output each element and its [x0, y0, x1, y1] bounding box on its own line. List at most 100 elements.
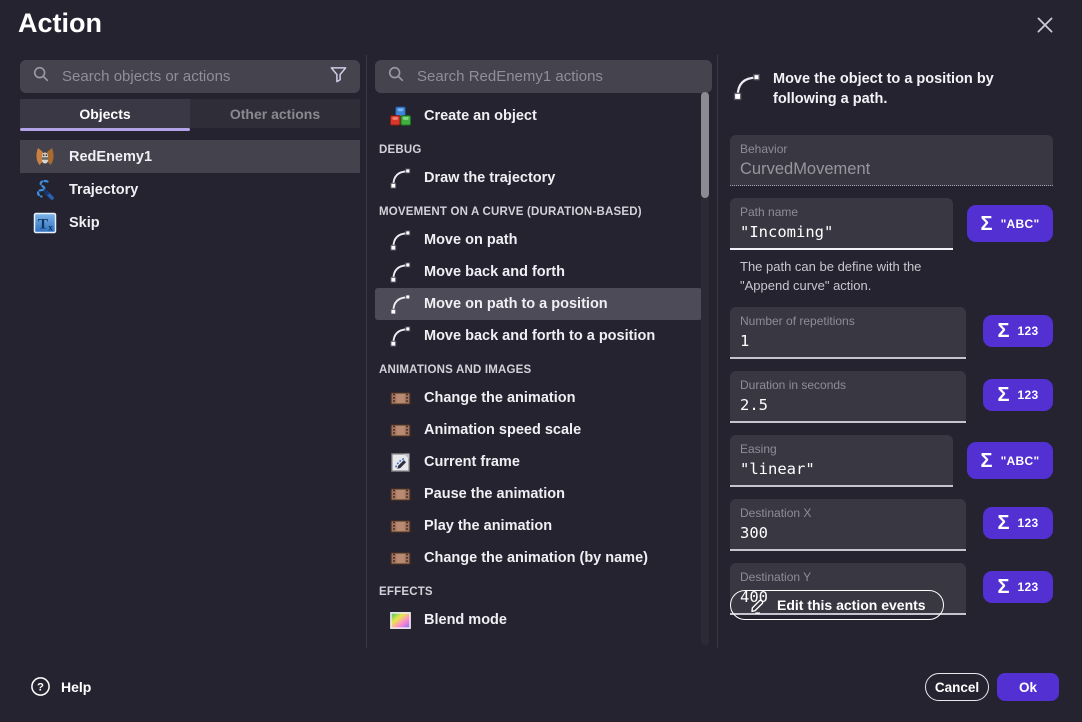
- action-item[interactable]: Pause the animation: [375, 478, 702, 510]
- helper-line: The path can be define with the: [740, 257, 955, 276]
- expression-editor-button[interactable]: Σ123: [983, 315, 1053, 347]
- expression-type-label: 123: [1018, 516, 1039, 530]
- curve-icon: [389, 261, 412, 284]
- sigma-icon: Σ: [998, 513, 1010, 533]
- trajectory-object-icon: [33, 178, 57, 202]
- actions-search-input[interactable]: [415, 67, 700, 86]
- action-item[interactable]: Animation speed scale: [375, 414, 702, 446]
- objects-search-box[interactable]: [20, 60, 360, 93]
- tab-objects[interactable]: Objects: [20, 99, 190, 128]
- page-title: Action: [18, 8, 102, 39]
- action-item-label: Move on path: [424, 232, 517, 248]
- action-item[interactable]: Draw the trajectory: [375, 162, 702, 194]
- frame-pencil-icon: [389, 451, 412, 474]
- tab-other-actions[interactable]: Other actions: [190, 99, 360, 128]
- field-value[interactable]: 1: [740, 331, 956, 352]
- expression-editor-button[interactable]: Σ 123: [983, 507, 1053, 539]
- edit-action-events-button[interactable]: Edit this action events: [730, 590, 944, 620]
- field-easing[interactable]: Easing"linear": [730, 435, 953, 487]
- svg-text:x: x: [48, 222, 53, 232]
- action-item[interactable]: Blend mode: [375, 604, 702, 636]
- close-icon: [1034, 14, 1056, 41]
- field-path-name[interactable]: Path name"Incoming": [730, 198, 953, 250]
- red-enemy-sprite-icon: [33, 145, 57, 169]
- field-duration-in-seconds[interactable]: Duration in seconds 2.5: [730, 371, 966, 423]
- objects-list: RedEnemy1 Trajectory TxSkip: [20, 140, 360, 239]
- field-row-easing: Easing"linear" Σ"ABC": [730, 435, 1053, 487]
- left-panel-tabs: Objects Other actions: [20, 99, 360, 128]
- field-destination-x[interactable]: Destination X300: [730, 499, 966, 551]
- tab-other-actions-label: Other actions: [230, 106, 320, 122]
- divider-left-middle: [366, 55, 367, 648]
- action-item-label: Current frame: [424, 454, 520, 470]
- blend-mode-icon: [389, 609, 412, 632]
- object-item[interactable]: Trajectory: [20, 173, 360, 206]
- sigma-icon: Σ: [998, 321, 1010, 341]
- field-value[interactable]: 2.5: [740, 395, 956, 416]
- field-behavior: BehaviorCurvedMovement: [730, 135, 1053, 186]
- action-item-label: Pause the animation: [424, 486, 565, 502]
- field-label: Duration in seconds: [740, 378, 956, 392]
- edit-action-events-label: Edit this action events: [777, 597, 926, 613]
- expression-editor-button[interactable]: Σ123: [983, 571, 1053, 603]
- help-icon: ?: [30, 676, 51, 697]
- field-row-path-name: Path name"Incoming" The path can be defin…: [730, 198, 1053, 295]
- curve-icon: [389, 325, 412, 348]
- field-value: CurvedMovement: [740, 159, 1043, 180]
- action-item-label: Animation speed scale: [424, 422, 581, 438]
- expression-type-label: "ABC": [1001, 217, 1040, 231]
- text-object-icon: Tx: [33, 211, 57, 235]
- expression-type-label: "ABC": [1001, 454, 1040, 468]
- action-item-label: Change the animation: [424, 390, 575, 406]
- ok-button[interactable]: Ok: [997, 673, 1059, 701]
- section-header: EFFECTS: [375, 583, 702, 602]
- action-description: Move the object to a position by followi…: [732, 70, 1054, 109]
- action-item[interactable]: Move on path to a position: [375, 288, 702, 320]
- search-icon: [32, 65, 50, 88]
- object-item[interactable]: RedEnemy1: [20, 140, 360, 173]
- field-value[interactable]: "linear": [740, 459, 943, 480]
- tab-selected-underline: [20, 128, 190, 131]
- action-item-label: Blend mode: [424, 612, 507, 628]
- film-strip-icon: [389, 387, 412, 410]
- actions-scrollbar-thumb[interactable]: [701, 92, 709, 198]
- expression-editor-button[interactable]: Σ "ABC": [967, 205, 1053, 242]
- action-item[interactable]: Change the animation: [375, 382, 702, 414]
- action-item[interactable]: Change the animation (by name): [375, 542, 702, 574]
- action-item[interactable]: Move on path: [375, 224, 702, 256]
- section-header: MOVEMENT ON A CURVE (DURATION-BASED): [375, 203, 702, 222]
- object-item-label: Trajectory: [69, 182, 138, 198]
- action-item[interactable]: Create an object: [375, 100, 702, 132]
- film-strip-icon: [389, 419, 412, 442]
- filter-icon[interactable]: [329, 65, 348, 89]
- expression-editor-button[interactable]: Σ"ABC": [967, 442, 1053, 479]
- action-item-label: Play the animation: [424, 518, 552, 534]
- field-value[interactable]: 300: [740, 523, 956, 544]
- field-number-of-repetitions[interactable]: Number of repetitions1: [730, 307, 966, 359]
- action-item[interactable]: Move back and forth: [375, 256, 702, 288]
- svg-text:T: T: [38, 216, 48, 232]
- expression-type-label: 123: [1018, 388, 1039, 402]
- objects-search-input[interactable]: [60, 67, 319, 86]
- expression-editor-button[interactable]: Σ 123: [983, 379, 1053, 411]
- actions-search-box[interactable]: [375, 60, 712, 93]
- close-button[interactable]: [1030, 12, 1060, 42]
- action-item[interactable]: Current frame: [375, 446, 702, 478]
- actions-scrollbar-track[interactable]: [701, 92, 709, 645]
- action-item-label: Move back and forth: [424, 264, 565, 280]
- help-button[interactable]: ? Help: [30, 676, 91, 697]
- svg-text:?: ?: [37, 682, 44, 694]
- parameters-form: BehaviorCurvedMovement Path name"Incoming…: [730, 135, 1053, 627]
- curve-icon: [389, 167, 412, 190]
- object-item-label: RedEnemy1: [69, 149, 152, 165]
- field-value[interactable]: "Incoming": [740, 222, 943, 243]
- film-strip-icon: [389, 547, 412, 570]
- cancel-button[interactable]: Cancel: [925, 673, 989, 701]
- object-item[interactable]: TxSkip: [20, 206, 360, 239]
- sigma-icon: Σ: [981, 214, 993, 234]
- curve-icon: [389, 229, 412, 252]
- expression-type-label: 123: [1018, 580, 1039, 594]
- action-item[interactable]: Play the animation: [375, 510, 702, 542]
- action-item[interactable]: Move back and forth to a position: [375, 320, 702, 352]
- sigma-icon: Σ: [998, 385, 1010, 405]
